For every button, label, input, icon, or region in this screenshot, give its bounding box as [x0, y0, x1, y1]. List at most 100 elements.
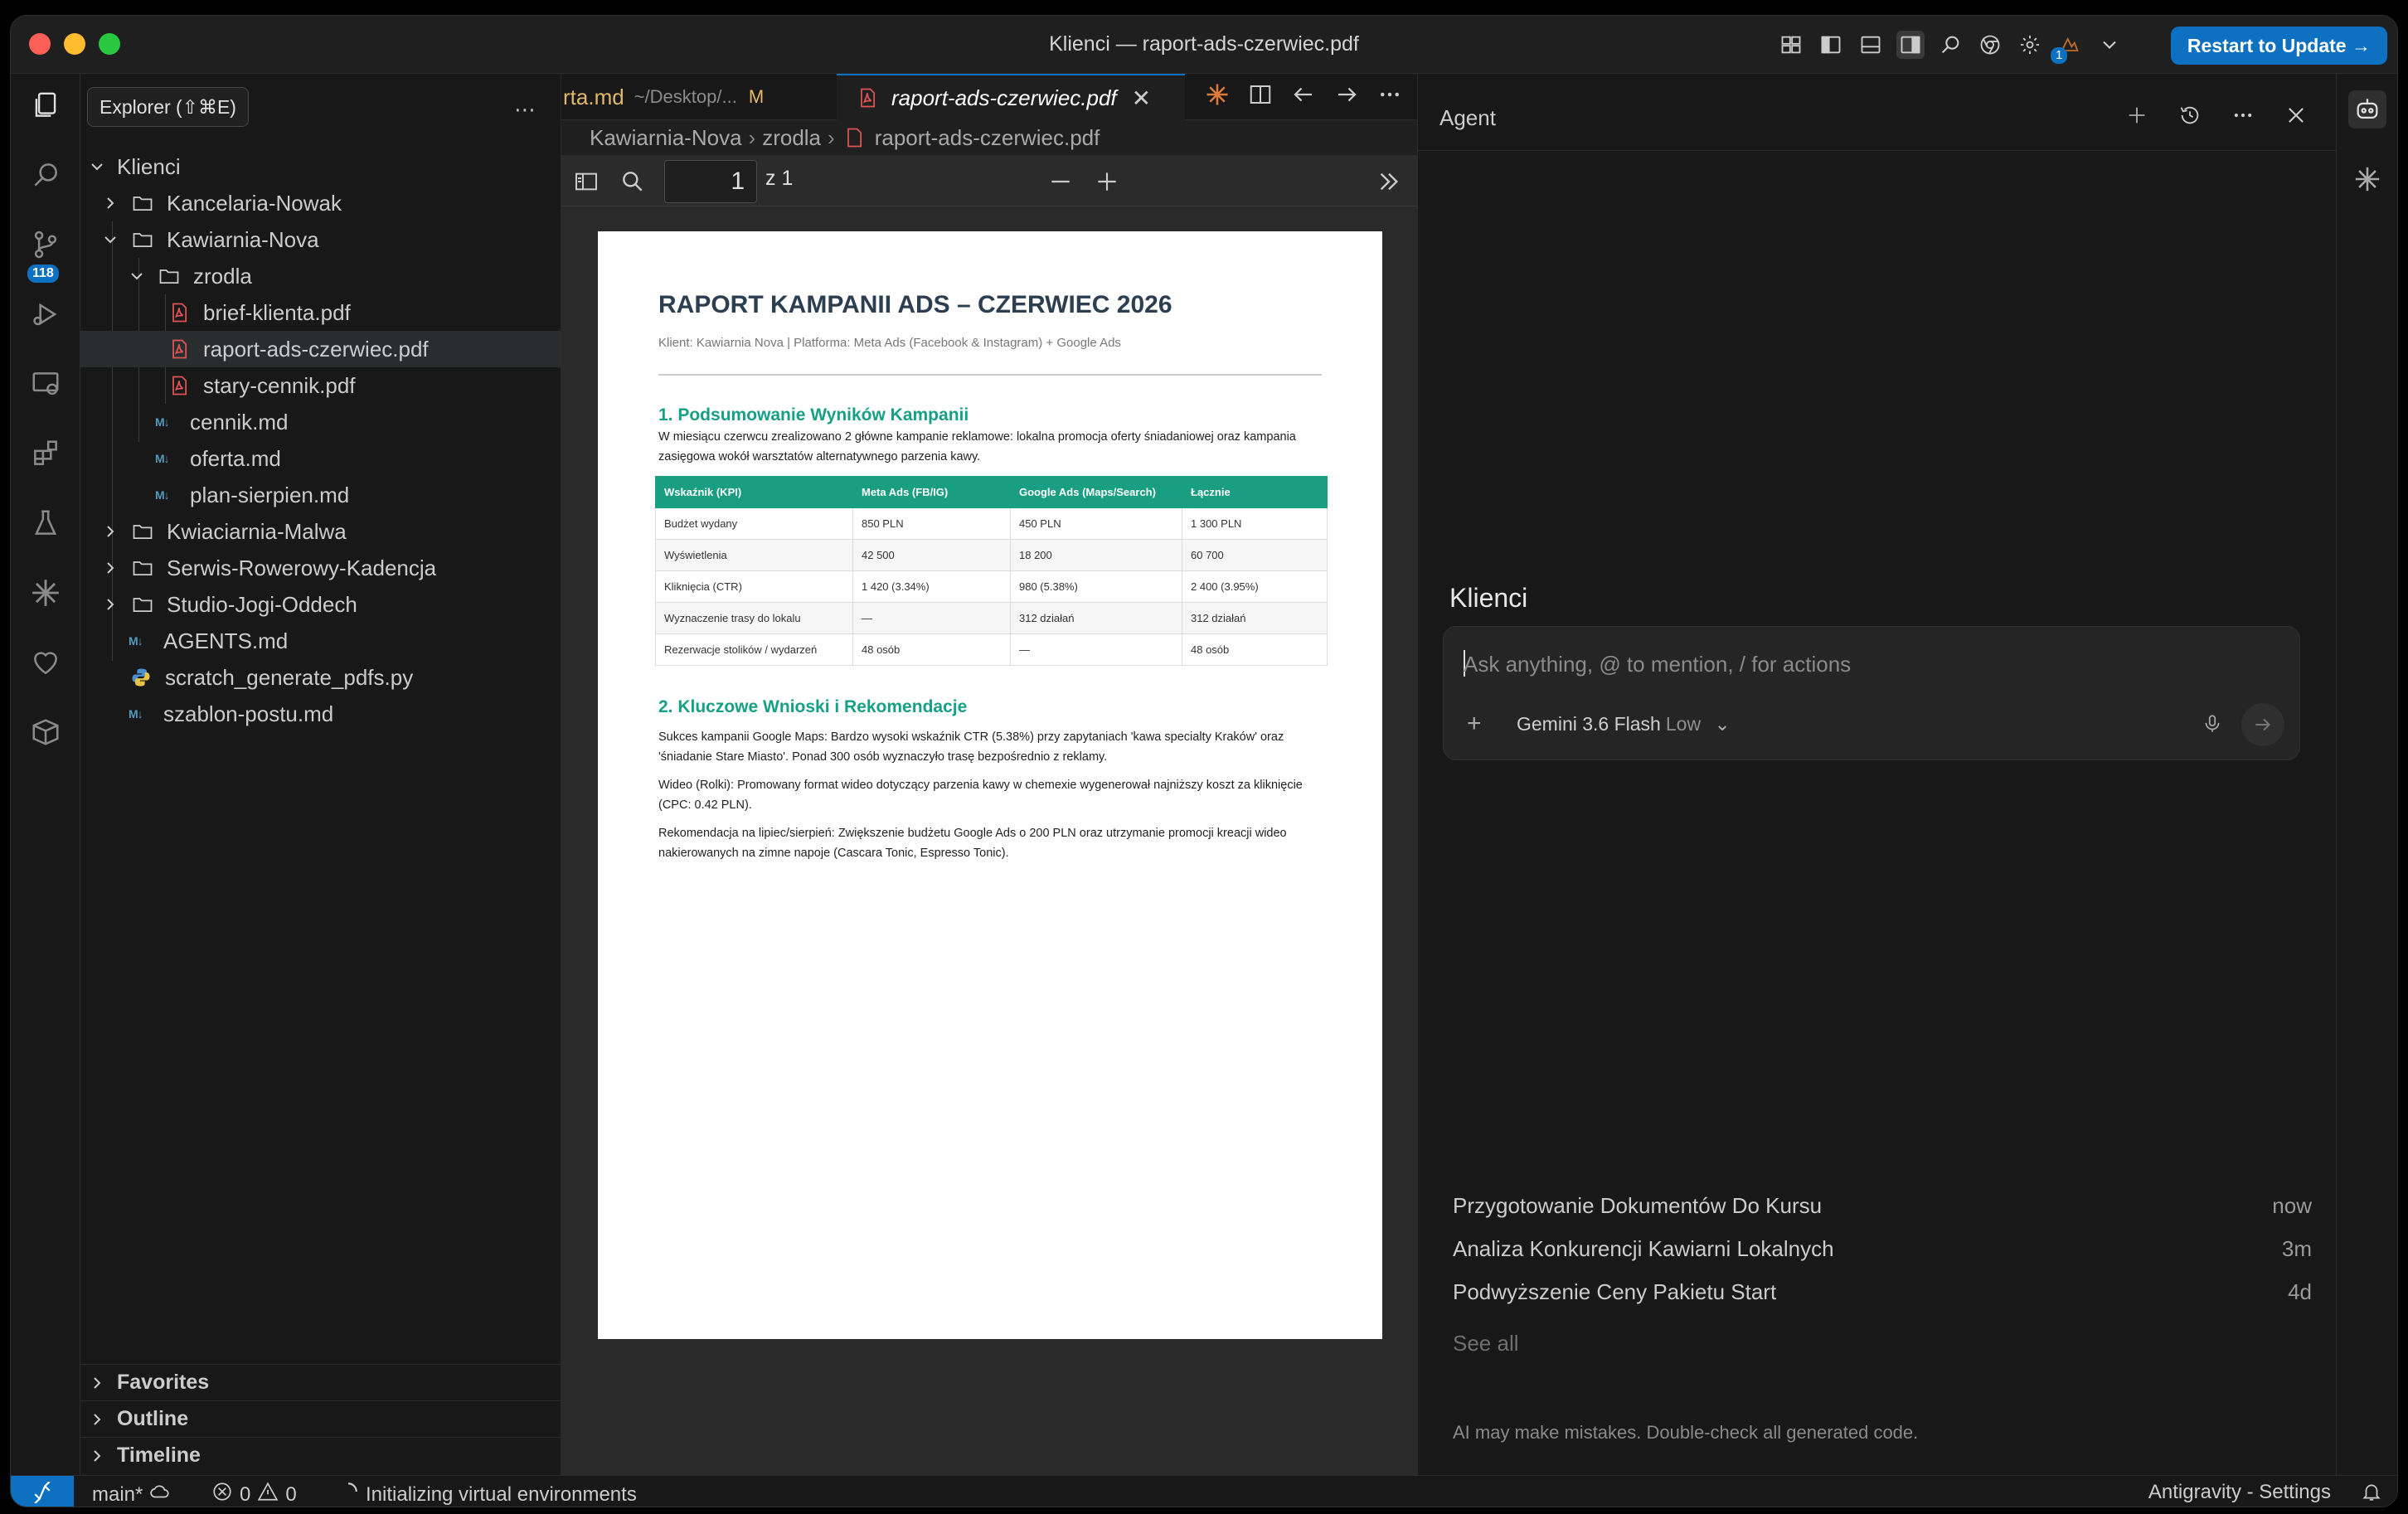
ai-disclaimer: AI may make mistakes. Double-check all g…	[1453, 1422, 1919, 1443]
tree-item-label: szablon-postu.md	[163, 701, 334, 726]
tree-file[interactable]: M↓ szablon-postu.md	[80, 696, 561, 732]
chevron-right-icon	[89, 1448, 105, 1464]
agent-robot-icon[interactable]	[2348, 90, 2386, 129]
outline-section[interactable]: Outline	[80, 1400, 561, 1437]
toggle-panel-icon[interactable]	[1857, 31, 1885, 59]
markdown-file-icon: M↓	[129, 634, 143, 648]
toggle-sidebar-icon[interactable]	[573, 168, 600, 195]
tree-root-klienci[interactable]: Klienci	[80, 148, 561, 185]
toggle-primary-sidebar-icon[interactable]	[1817, 31, 1845, 59]
tree-folder[interactable]: zrodla	[80, 258, 561, 294]
tree-folder[interactable]: Kwiaciarnia-Malwa	[80, 513, 561, 550]
extensions-icon[interactable]	[27, 435, 64, 472]
conversation-history-item[interactable]: Przygotowanie Dokumentów Do Kursu now	[1453, 1193, 2312, 1219]
tree-item-label: zrodla	[193, 263, 252, 289]
conversation-history-item[interactable]: Analiza Konkurencji Kawiarni Lokalnych 3…	[1453, 1236, 2312, 1262]
sparkle-asterisk-icon[interactable]	[2348, 160, 2386, 198]
tab-rta-md[interactable]: rta.md ~/Desktop/... M	[561, 74, 835, 120]
model-selector[interactable]: Gemini 3.6 Flash Low ⌄	[1517, 713, 1731, 735]
problems-indicator[interactable]: 0 0	[211, 1481, 297, 1507]
double-chevron-right-icon[interactable]	[1376, 168, 1402, 195]
run-debug-icon[interactable]	[27, 296, 64, 332]
tree-file[interactable]: M↓ oferta.md	[80, 440, 561, 477]
chevron-right-icon	[102, 195, 119, 211]
tree-file-selected[interactable]: raport-ads-czerwiec.pdf	[80, 331, 561, 367]
source-control-icon[interactable]	[27, 226, 64, 263]
breadcrumb-item[interactable]: Kawiarnia-Nova	[590, 125, 742, 151]
table-cell: 450 PLN	[1010, 507, 1182, 540]
close-tab-icon[interactable]: ✕	[1132, 85, 1151, 112]
page-number-input[interactable]: 1	[664, 160, 757, 203]
breadcrumb-item[interactable]: raport-ads-czerwiec.pdf	[875, 125, 1100, 151]
tree-folder[interactable]: Studio-Jogi-Oddech	[80, 586, 561, 623]
pdf-file-icon	[167, 300, 192, 325]
remote-indicator-icon[interactable]	[11, 1476, 74, 1507]
search-icon[interactable]	[27, 157, 64, 193]
breadcrumb-item[interactable]: zrodla	[762, 125, 821, 151]
see-all-link[interactable]: See all	[1453, 1331, 1519, 1356]
heart-icon[interactable]	[27, 644, 64, 681]
settings-gear-icon[interactable]	[2016, 31, 2044, 59]
layout-icon[interactable]	[1777, 31, 1805, 59]
tree-item-label: Kancelaria-Nowak	[167, 190, 342, 216]
pdf-file-icon	[842, 125, 867, 150]
table-cell: Kliknięcia (CTR)	[655, 570, 853, 603]
zoom-in-icon[interactable]	[1094, 168, 1120, 195]
tree-file[interactable]: brief-klienta.pdf	[80, 294, 561, 331]
testing-flask-icon[interactable]	[27, 505, 64, 541]
timeline-section[interactable]: Timeline	[80, 1437, 561, 1473]
sparkle-asterisk-icon[interactable]	[27, 575, 64, 611]
microphone-icon[interactable]	[2202, 713, 2223, 739]
table-cell: —	[1010, 633, 1182, 666]
notifications-bell-icon[interactable]	[2361, 1481, 2382, 1502]
new-chat-plus-icon[interactable]	[2125, 104, 2148, 131]
browser-icon[interactable]	[1976, 31, 2004, 59]
conversation-history-item[interactable]: Podwyższenie Ceny Pakietu Start 4d	[1453, 1279, 2312, 1305]
close-panel-icon[interactable]	[2284, 104, 2308, 131]
favorites-section[interactable]: Favorites	[80, 1364, 561, 1400]
remote-explorer-icon[interactable]	[27, 366, 64, 402]
more-actions-icon[interactable]: ⋯	[514, 97, 536, 123]
restart-to-update-button[interactable]: Restart to Update →	[2170, 27, 2387, 65]
table-cell: 850 PLN	[852, 507, 1011, 540]
settings-link[interactable]: Antigravity - Settings	[2148, 1481, 2331, 1504]
package-box-icon[interactable]	[27, 714, 64, 750]
find-icon[interactable]	[619, 168, 646, 195]
explorer-icon[interactable]	[27, 87, 64, 124]
table-cell: 42 500	[852, 539, 1011, 571]
tree-file[interactable]: M↓ AGENTS.md	[80, 623, 561, 659]
arrow-left-icon[interactable]	[1291, 82, 1316, 111]
more-actions-icon[interactable]	[2231, 104, 2255, 131]
conversation-title: Podwyższenie Ceny Pakietu Start	[1453, 1279, 1777, 1304]
table-cell: Rezerwacje stolików / wydarzeń	[655, 633, 853, 666]
arrow-right-icon[interactable]	[1334, 82, 1359, 111]
model-mode: Low	[1665, 713, 1702, 735]
branch-indicator[interactable]: main*	[92, 1481, 171, 1507]
tree-item-label: scratch_generate_pdfs.py	[165, 664, 414, 690]
chevron-down-icon[interactable]	[2095, 31, 2124, 59]
add-context-plus-icon[interactable]: +	[1467, 710, 1482, 738]
toggle-secondary-sidebar-icon[interactable]	[1896, 31, 1925, 59]
history-icon[interactable]	[2178, 104, 2202, 131]
zoom-out-icon[interactable]	[1047, 168, 1074, 195]
tree-file[interactable]: stary-cennik.pdf	[80, 367, 561, 404]
tree-file[interactable]: scratch_generate_pdfs.py	[80, 659, 561, 696]
tree-file[interactable]: M↓ plan-sierpien.md	[80, 477, 561, 513]
sparkle-action-icon[interactable]	[1205, 82, 1230, 111]
pdf-file-icon	[167, 337, 192, 362]
background-task[interactable]: Initializing virtual environments	[337, 1481, 637, 1507]
tree-folder[interactable]: Kawiarnia-Nova	[80, 221, 561, 258]
tree-folder[interactable]: Serwis-Rowerowy-Kadencja	[80, 550, 561, 586]
chat-input[interactable]: Ask anything, @ to mention, / for action…	[1464, 652, 1851, 677]
table-cell: 1 420 (3.34%)	[852, 570, 1011, 603]
send-button[interactable]	[2241, 703, 2284, 746]
pdf-viewer[interactable]: RAPORT KAMPANII ADS – CZERWIEC 2026 Klie…	[561, 206, 1417, 1475]
tree-folder[interactable]: Kancelaria-Nowak	[80, 185, 561, 221]
more-actions-icon[interactable]	[1377, 82, 1402, 111]
search-icon[interactable]	[1936, 31, 1964, 59]
table-cell: 2 400 (3.95%)	[1182, 570, 1328, 603]
split-editor-icon[interactable]	[1248, 82, 1273, 111]
tree-file[interactable]: M↓ cennik.md	[80, 404, 561, 440]
tab-raport-pdf[interactable]: raport-ads-czerwiec.pdf ✕	[837, 74, 1185, 120]
notification-icon[interactable]: 1	[2051, 31, 2084, 64]
